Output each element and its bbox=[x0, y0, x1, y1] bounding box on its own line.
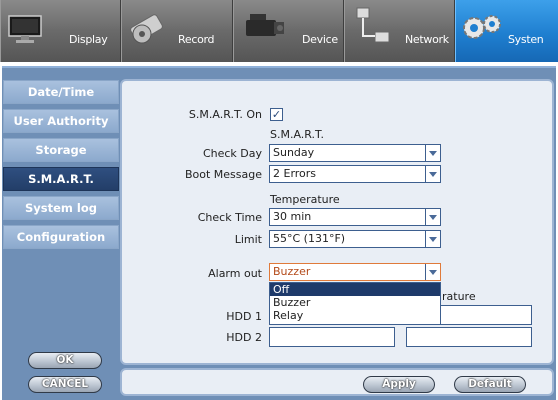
chevron-down-icon[interactable] bbox=[425, 145, 440, 161]
tab-label: Record bbox=[178, 33, 215, 46]
smart-on-label: S.M.A.R.T. On bbox=[188, 108, 262, 121]
hdd2-status-field bbox=[269, 327, 395, 347]
camcorder-icon bbox=[238, 8, 286, 52]
sidebar-item-date-time[interactable]: Date/Time bbox=[3, 80, 119, 104]
sidebar: Date/Time User Authority Storage S.M.A.R… bbox=[3, 80, 119, 254]
alarm-out-value: Buzzer bbox=[273, 265, 311, 278]
tab-label: Device bbox=[302, 33, 338, 46]
sidebar-item-user-authority[interactable]: User Authority bbox=[3, 109, 119, 133]
alarm-option-relay[interactable]: Relay bbox=[270, 309, 440, 322]
chevron-down-icon[interactable] bbox=[425, 264, 440, 280]
limit-label: Limit bbox=[234, 233, 262, 246]
top-tab-bar: Display Record Device Network Systen bbox=[0, 0, 558, 62]
temperature-section-title: Temperature bbox=[270, 193, 340, 206]
sidebar-item-smart[interactable]: S.M.A.R.T. bbox=[3, 167, 119, 191]
alarm-out-label: Alarm out bbox=[208, 267, 262, 280]
tab-label: Systen bbox=[508, 33, 544, 46]
chevron-down-icon[interactable] bbox=[425, 231, 440, 247]
check-day-value: Sunday bbox=[273, 146, 315, 159]
chevron-down-icon[interactable] bbox=[425, 166, 440, 182]
smart-section-title: S.M.A.R.T. bbox=[270, 128, 324, 141]
limit-value: 55°C (131°F) bbox=[273, 232, 346, 245]
alarm-option-buzzer[interactable]: Buzzer bbox=[270, 296, 440, 309]
hdd-temperature-column-header: rature bbox=[442, 290, 476, 303]
check-time-select[interactable]: 30 min bbox=[269, 208, 441, 226]
check-time-value: 30 min bbox=[273, 210, 312, 223]
cancel-button[interactable]: CANCEL bbox=[28, 376, 102, 393]
hdd2-label: HDD 2 bbox=[226, 331, 262, 344]
gears-icon bbox=[462, 10, 502, 48]
check-day-select[interactable]: Sunday bbox=[269, 144, 441, 162]
boot-message-value: 2 Errors bbox=[273, 167, 317, 180]
sidebar-item-storage[interactable]: Storage bbox=[3, 138, 119, 162]
smart-on-checkbox[interactable]: ✓ bbox=[270, 108, 283, 121]
network-icon bbox=[355, 6, 391, 50]
tab-network[interactable]: Network bbox=[344, 0, 455, 62]
alarm-out-dropdown: Off Buzzer Relay bbox=[269, 282, 441, 325]
tab-display[interactable]: Display bbox=[0, 0, 121, 62]
alarm-out-select[interactable]: Buzzer bbox=[269, 263, 441, 281]
boot-message-select[interactable]: 2 Errors bbox=[269, 165, 441, 183]
chevron-down-icon[interactable] bbox=[425, 209, 440, 225]
limit-select[interactable]: 55°C (131°F) bbox=[269, 230, 441, 248]
default-button[interactable]: Default bbox=[454, 376, 526, 393]
film-reel-icon bbox=[128, 10, 166, 52]
ok-button[interactable]: OK bbox=[28, 352, 102, 369]
sidebar-item-system-log[interactable]: System log bbox=[3, 196, 119, 220]
alarm-option-off[interactable]: Off bbox=[270, 283, 440, 296]
tab-device[interactable]: Device bbox=[233, 0, 344, 62]
boot-message-label: Boot Message bbox=[184, 168, 262, 181]
tab-system[interactable]: Systen bbox=[455, 0, 558, 62]
tab-label: Display bbox=[69, 33, 108, 46]
tab-label: Network bbox=[405, 33, 449, 46]
hdd1-label: HDD 1 bbox=[226, 310, 262, 323]
monitor-icon bbox=[7, 10, 43, 50]
hdd2-temperature-field bbox=[406, 327, 532, 347]
tab-record[interactable]: Record bbox=[121, 0, 233, 62]
apply-button[interactable]: Apply bbox=[363, 376, 435, 393]
check-icon: ✓ bbox=[271, 108, 282, 121]
check-day-label: Check Day bbox=[202, 147, 262, 160]
sidebar-item-configuration[interactable]: Configuration bbox=[3, 225, 119, 249]
check-time-label: Check Time bbox=[197, 211, 262, 224]
